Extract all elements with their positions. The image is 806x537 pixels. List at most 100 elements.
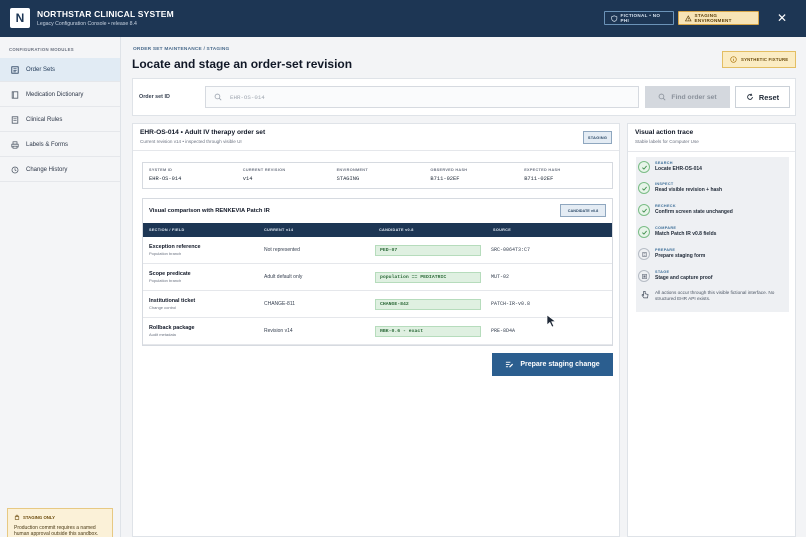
field-sub: Population branch [149, 278, 182, 283]
prepare-staging-change-button[interactable]: Prepare staging change [492, 353, 613, 376]
trace-step-compare: COMPARE Match Patch IR v0.8 fields [638, 226, 716, 246]
search-field[interactable] [205, 86, 639, 108]
table-row: Rollback package Audit metadata Revision… [143, 318, 612, 345]
comparison-title: Visual comparison with RENKEVIA Patch IR [149, 208, 270, 214]
staging-environment-badge: STAGING ENVIRONMENT [678, 11, 759, 25]
trace-footer: All actions occur through this visible f… [640, 290, 786, 302]
step-key: SEARCH [655, 161, 673, 165]
staging-note-body: Production commit requires a named human… [14, 525, 99, 537]
sidebar-item-clinical-rules[interactable]: Clinical Rules [0, 108, 120, 132]
info-value: B711-02EF [430, 176, 460, 182]
check-icon [638, 226, 650, 238]
top-bar: N NORTHSTAR CLINICAL SYSTEM Legacy Confi… [0, 0, 806, 37]
field-name: Exception reference [149, 244, 201, 250]
step-value: Prepare staging form [655, 253, 706, 259]
step-value: Stage and capture proof [655, 275, 713, 281]
source-cell: PATCH-IR-v0.8 [491, 301, 531, 307]
mouse-cursor-icon [546, 314, 557, 328]
field-cell: Exception reference Population branch [143, 244, 258, 256]
staging-tag: STAGING [583, 131, 612, 144]
info-value: B711-02EF [524, 176, 554, 182]
sidebar-item-medication-dictionary[interactable]: Medication Dictionary [0, 83, 120, 107]
candidate-cell: population == PEDIATRIC [373, 271, 487, 283]
step-value: Match Patch IR v0.8 fields [655, 231, 717, 237]
trace-footer-text: All actions occur through this visible f… [655, 290, 775, 301]
order-set-id-input[interactable] [230, 93, 610, 101]
sidebar-item-label: Labels & Forms [26, 141, 69, 148]
trace-step-search: SEARCH Locate EHR-OS-014 [638, 161, 702, 181]
reset-button[interactable]: Reset [735, 86, 790, 108]
pointer-hand-icon [641, 290, 649, 299]
info-value: EHR-OS-014 [149, 176, 182, 182]
info-key: SYSTEM ID [149, 168, 173, 172]
trace-step-list: SEARCH Locate EHR-OS-014 INSPECT Read vi… [636, 157, 789, 312]
check-icon [638, 182, 650, 194]
search-card: Order set ID Find order set Reset [132, 78, 796, 116]
synthetic-fixture-label: SYNTHETIC FIXTURE [741, 57, 789, 62]
table-header: SECTION / FIELD CURRENT v14 CANDIDATE v0… [143, 223, 612, 237]
step-key: PREPARE [655, 248, 676, 252]
close-button[interactable]: ✕ [775, 10, 789, 26]
info-icon [730, 56, 737, 63]
prepare-staging-change-label: Prepare staging change [520, 361, 600, 368]
breadcrumb: ORDER SET MAINTENANCE / STAGING [133, 47, 230, 52]
info-system-id: SYSTEM ID EHR-OS-014 [143, 163, 237, 188]
info-key: ENVIRONMENT [336, 168, 368, 172]
order-set-id-label: Order set ID [139, 94, 170, 100]
source-cell: SRC-0064T3:C7 [491, 247, 531, 253]
pending-icon [638, 270, 650, 282]
staging-only-note: STAGING ONLY Production commit requires … [7, 508, 113, 537]
info-expected-hash: EXPECTED HASH B711-02EF [518, 163, 612, 188]
field-sub: Audit metadata [149, 332, 176, 337]
step-value: Locate EHR-OS-014 [655, 166, 702, 172]
staging-note-title: STAGING ONLY [23, 514, 55, 520]
step-label: STAGE Stage and capture proof [655, 270, 713, 281]
find-order-set-label: Find order set [671, 93, 717, 101]
sidebar-item-labels-forms[interactable]: Labels & Forms [0, 133, 120, 157]
column-header: SECTION / FIELD [149, 228, 185, 232]
step-key: INSPECT [655, 182, 674, 186]
step-label: PREPARE Prepare staging form [655, 248, 705, 259]
source-cell: MUT-02 [491, 274, 510, 280]
lock-icon [14, 514, 20, 520]
visual-action-trace-panel: Visual action trace Stable labels for Co… [627, 123, 796, 537]
find-order-set-button[interactable]: Find order set [645, 86, 730, 108]
trace-header: Visual action trace Stable labels for Co… [628, 124, 795, 152]
edit-list-icon [506, 361, 514, 368]
trace-subtitle: Stable labels for Computer Use [635, 139, 699, 144]
table-row: Exception reference Population branch No… [143, 237, 612, 264]
info-key: OBSERVED HASH [430, 168, 468, 172]
sidebar-item-order-sets[interactable]: Order Sets [0, 58, 120, 82]
sidebar: CONFIGURATION MODULES Order Sets Medicat… [0, 37, 121, 537]
step-value: Confirm screen state unchanged [655, 209, 733, 215]
candidate-cell: PED-07 [373, 244, 487, 256]
info-value: STAGING [336, 176, 360, 182]
sidebar-item-label: Clinical Rules [26, 116, 63, 123]
current-cell: Not represented [264, 247, 300, 253]
step-label: SEARCH Locate EHR-OS-014 [655, 161, 702, 172]
fictional-badge-label: FICTIONAL • NO PHI [620, 13, 661, 23]
candidate-value: RBK-0.6 - exact [375, 325, 481, 337]
trace-step-prepare: PREPARE Prepare staging form [638, 248, 705, 268]
history-icon [11, 166, 19, 173]
synthetic-fixture-badge: SYNTHETIC FIXTURE [722, 51, 796, 68]
order-set-title: EHR-OS-014 • Adult IV therapy order set [140, 129, 266, 136]
order-set-header: EHR-OS-014 • Adult IV therapy order set … [133, 124, 619, 151]
column-header: CURRENT v14 [264, 228, 294, 232]
info-value: v14 [242, 176, 253, 182]
field-sub: Population branch [149, 251, 182, 256]
search-icon [658, 93, 666, 101]
check-icon [638, 204, 650, 216]
shield-icon [611, 14, 618, 22]
field-cell: Institutional ticket Change control [143, 298, 258, 310]
order-set-subtitle: Current revision v14 • inspected through… [140, 139, 242, 144]
field-name: Institutional ticket [149, 298, 196, 304]
app-logo: N [10, 8, 30, 28]
candidate-tag: CANDIDATE v0.8 [560, 204, 606, 217]
table-row: Institutional ticket Change control CHAN… [143, 291, 612, 318]
trace-step-stage: STAGE Stage and capture proof [638, 270, 713, 290]
step-key: RECHECK [655, 204, 676, 208]
column-header: CANDIDATE v0.8 [379, 228, 414, 232]
step-label: COMPARE Match Patch IR v0.8 fields [655, 226, 716, 237]
sidebar-item-change-history[interactable]: Change History [0, 158, 120, 182]
